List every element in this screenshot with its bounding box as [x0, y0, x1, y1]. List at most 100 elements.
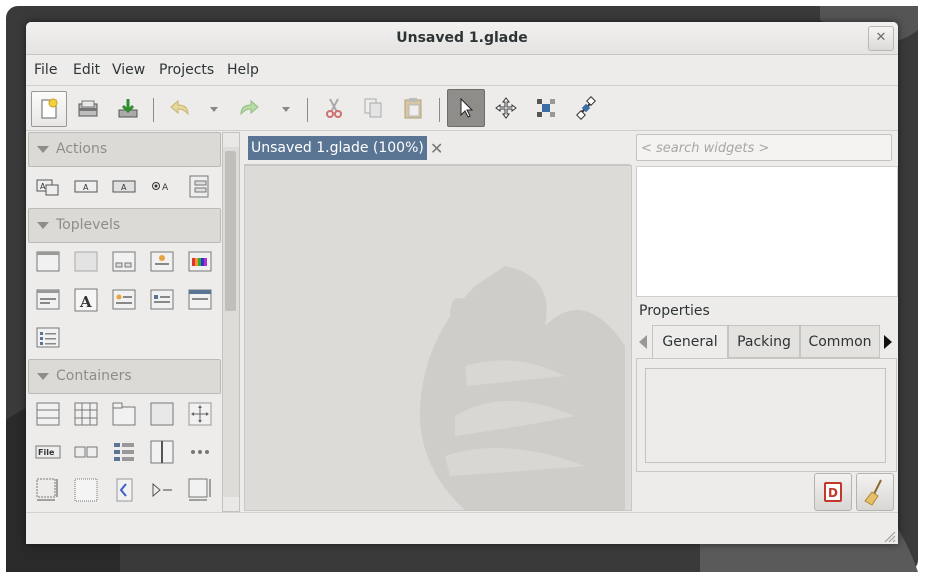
offscreen-window-icon[interactable] — [72, 248, 100, 276]
action-icon[interactable]: A — [34, 172, 62, 200]
menu-projects[interactable]: Projects — [159, 55, 214, 85]
notebook-icon[interactable] — [110, 400, 138, 428]
aspect-frame-icon[interactable] — [186, 400, 214, 428]
glade-logo-watermark — [419, 266, 625, 510]
toolbar-icon[interactable] — [110, 438, 138, 466]
select-pointer-button[interactable] — [447, 89, 485, 127]
properties-panel — [636, 358, 897, 472]
window-title: Unsaved 1.glade — [396, 30, 528, 46]
alignment-edit-button[interactable] — [569, 91, 603, 125]
resize-grip-icon[interactable] — [882, 529, 896, 543]
close-window-button[interactable]: ✕ — [868, 26, 894, 51]
svg-text:A: A — [40, 182, 46, 191]
frame-icon[interactable] — [148, 400, 176, 428]
drag-resize-button[interactable] — [489, 91, 523, 125]
menu-bar: File Edit View Projects Help — [26, 55, 898, 86]
palette-section-containers[interactable]: Containers — [28, 359, 221, 394]
revealer-icon[interactable] — [148, 476, 176, 504]
margin-edit-icon — [537, 99, 555, 117]
new-icon — [41, 98, 58, 119]
close-tab-icon[interactable]: ✕ — [430, 132, 443, 166]
devhelp-button[interactable]: D — [814, 473, 852, 511]
about-dialog-icon[interactable] — [148, 248, 176, 276]
section-label: Containers — [56, 368, 132, 384]
menubar-icon[interactable] — [186, 438, 214, 466]
clear-button[interactable] — [856, 473, 894, 511]
tab-common[interactable]: Common — [800, 325, 880, 358]
palette-section-actions[interactable]: Actions — [28, 132, 221, 167]
tab-scroll-left-icon[interactable] — [638, 334, 648, 350]
filename-icon[interactable]: File — [34, 438, 62, 466]
message-dialog-icon[interactable] — [110, 286, 138, 314]
undo-dropdown-icon[interactable] — [209, 106, 219, 114]
alignment-edit-icon — [576, 96, 596, 120]
expander-arrow-icon — [37, 146, 49, 153]
tab-scroll-right-icon[interactable] — [883, 334, 893, 350]
open-button[interactable] — [71, 91, 105, 125]
cut-button[interactable] — [317, 91, 351, 125]
cut-icon — [326, 98, 342, 118]
tab-general[interactable]: General — [652, 325, 728, 358]
title-bar: Unsaved 1.glade ✕ — [26, 22, 898, 55]
new-button[interactable] — [31, 91, 67, 127]
copy-icon — [364, 98, 382, 118]
file-widget-label: File — [38, 448, 55, 457]
toolbar-separator — [153, 98, 154, 122]
palette-scrollbar[interactable] — [222, 132, 240, 512]
app-chooser-icon[interactable] — [34, 324, 62, 352]
action-group-icon[interactable] — [186, 172, 214, 200]
expander-icon[interactable] — [110, 476, 138, 504]
paned-icon[interactable] — [148, 438, 176, 466]
toolbar — [26, 86, 898, 131]
menu-help[interactable]: Help — [227, 55, 259, 85]
assistant-icon[interactable] — [186, 286, 214, 314]
copy-button[interactable] — [356, 91, 390, 125]
svg-text:A: A — [79, 293, 92, 311]
toolbar-separator — [439, 98, 440, 122]
properties-label: Properties — [639, 303, 710, 319]
widget-inspector-tree[interactable] — [636, 166, 898, 297]
font-chooser-icon[interactable]: A — [72, 286, 100, 314]
scroll-down-arrow-icon[interactable] — [223, 497, 239, 511]
svg-text:A: A — [83, 183, 89, 192]
scrolled-window-icon[interactable] — [186, 476, 214, 504]
redo-dropdown-icon[interactable] — [281, 106, 291, 114]
select-pointer-icon — [460, 97, 474, 118]
button-box-icon[interactable] — [72, 438, 100, 466]
scroll-up-arrow-icon[interactable] — [223, 133, 239, 147]
document-tab[interactable]: Unsaved 1.glade (100%) — [248, 136, 427, 160]
margin-edit-button[interactable] — [529, 91, 563, 125]
dialog-icon[interactable] — [110, 248, 138, 276]
menu-edit[interactable]: Edit — [73, 55, 100, 85]
drag-resize-icon — [495, 97, 517, 119]
recent-chooser-icon[interactable] — [148, 286, 176, 314]
layout-icon[interactable] — [34, 476, 62, 504]
main-window: Unsaved 1.glade ✕ File Edit View Project… — [26, 22, 898, 544]
undo-icon — [170, 99, 189, 116]
action-toggle-icon[interactable]: A — [72, 172, 100, 200]
window-icon[interactable] — [34, 248, 62, 276]
save-icon — [118, 99, 138, 118]
tab-packing[interactable]: Packing — [728, 325, 800, 358]
menu-view[interactable]: View — [112, 55, 145, 85]
box-icon[interactable] — [34, 400, 62, 428]
undo-button[interactable] — [163, 91, 197, 125]
palette-section-toplevels[interactable]: Toplevels — [28, 208, 221, 243]
action-radio-icon[interactable]: A — [110, 172, 138, 200]
toolbar-separator — [307, 98, 308, 122]
save-button[interactable] — [111, 91, 145, 125]
search-widgets-field[interactable]: < search widgets > — [636, 134, 892, 161]
section-label: Actions — [56, 141, 108, 157]
grid-icon[interactable] — [72, 400, 100, 428]
viewport-icon[interactable] — [72, 476, 100, 504]
design-canvas[interactable] — [244, 165, 632, 511]
paste-button[interactable] — [396, 91, 430, 125]
action-recent-icon[interactable]: A — [148, 172, 176, 200]
scrollbar-thumb[interactable] — [225, 151, 236, 311]
menu-file[interactable]: File — [34, 55, 57, 85]
svg-text:D: D — [828, 486, 838, 500]
expander-arrow-icon — [37, 373, 49, 380]
color-chooser-icon[interactable] — [186, 248, 214, 276]
redo-button[interactable] — [232, 91, 266, 125]
file-chooser-dialog-icon[interactable] — [34, 286, 62, 314]
